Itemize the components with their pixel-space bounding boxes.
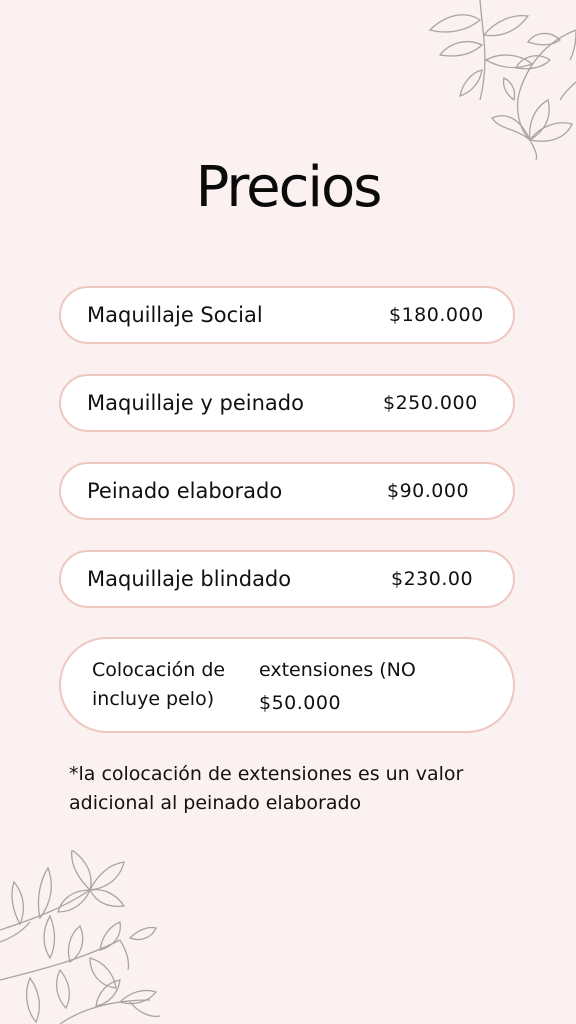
service-name: Peinado elaborado xyxy=(87,479,283,503)
service-name: Maquillaje blindado xyxy=(87,567,292,591)
price-row-extensiones: Colocación de extensiones (NO incluye pe… xyxy=(59,637,515,733)
service-name-line-1: Colocación de xyxy=(92,659,226,681)
service-name-line-1-continued: extensiones (NO xyxy=(259,659,416,681)
service-name-line-2: incluye pelo) xyxy=(92,688,215,710)
service-price: $50.000 xyxy=(259,692,342,714)
floral-decoration-top-right xyxy=(428,0,576,160)
service-price: $180.000 xyxy=(389,304,484,326)
price-row-maquillaje-y-peinado: Maquillaje y peinado $250.000 xyxy=(59,374,515,432)
floral-decoration-bottom-left xyxy=(0,850,160,1024)
service-price: $230.00 xyxy=(391,568,474,590)
footnote: *la colocación de extensiones es un valo… xyxy=(69,763,464,814)
service-price: $90.000 xyxy=(387,480,470,502)
page-title: Precios xyxy=(195,155,383,220)
service-name: Maquillaje y peinado xyxy=(87,391,304,415)
service-name: Maquillaje Social xyxy=(87,303,263,327)
price-row-maquillaje-social: Maquillaje Social $180.000 xyxy=(59,286,515,344)
price-row-peinado-elaborado: Peinado elaborado $90.000 xyxy=(59,462,515,520)
service-price: $250.000 xyxy=(383,392,478,414)
price-row-maquillaje-blindado: Maquillaje blindado $230.00 xyxy=(59,550,515,608)
